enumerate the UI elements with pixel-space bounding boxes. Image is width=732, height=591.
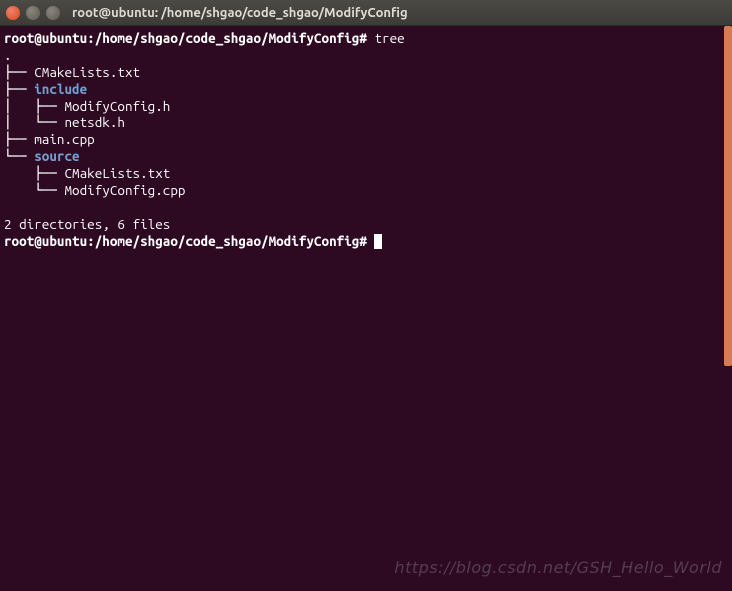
prompt-user: root@ubuntu [4,30,87,46]
tree-file-cmakelists: CMakeLists.txt [34,64,140,80]
command-tree: tree [367,30,405,46]
prompt-path: :/home/shgao/code_shgao/ModifyConfig# [87,30,367,46]
prompt-path: :/home/shgao/code_shgao/ModifyConfig# [87,233,367,249]
tree-branch: ├── [4,165,64,181]
tree-branch: ├── [4,81,34,97]
maximize-icon[interactable] [46,6,60,20]
tree-summary: 2 directories, 6 files [4,216,170,232]
tree-file-netsdk-h: netsdk.h [64,114,124,130]
close-icon[interactable] [6,6,20,20]
tree-branch: │ ├── [4,98,64,114]
window-controls [6,6,60,20]
tree-file-modifyconfig-cpp: ModifyConfig.cpp [64,182,185,198]
cursor-icon [374,234,382,249]
tree-file-cmakelists-src: CMakeLists.txt [64,165,170,181]
tree-dir-include: include [34,81,87,97]
tree-branch: │ └── [4,114,64,130]
tree-branch: ├── [4,64,34,80]
window-title: root@ubuntu: /home/shgao/code_shgao/Modi… [72,6,408,20]
command-empty [367,233,375,249]
tree-file-modifyconfig-h: ModifyConfig.h [64,98,170,114]
tree-root: . [4,47,12,63]
tree-branch: └── [4,182,64,198]
tree-branch: └── [4,148,34,164]
prompt-user: root@ubuntu [4,233,87,249]
scrollbar-thumb[interactable] [724,26,732,366]
terminal-body[interactable]: root@ubuntu:/home/shgao/code_shgao/Modif… [0,26,732,591]
window-titlebar: root@ubuntu: /home/shgao/code_shgao/Modi… [0,0,732,26]
tree-dir-source: source [34,148,79,164]
tree-file-main-cpp: main.cpp [34,131,94,147]
minimize-icon[interactable] [26,6,40,20]
tree-branch: ├── [4,131,34,147]
